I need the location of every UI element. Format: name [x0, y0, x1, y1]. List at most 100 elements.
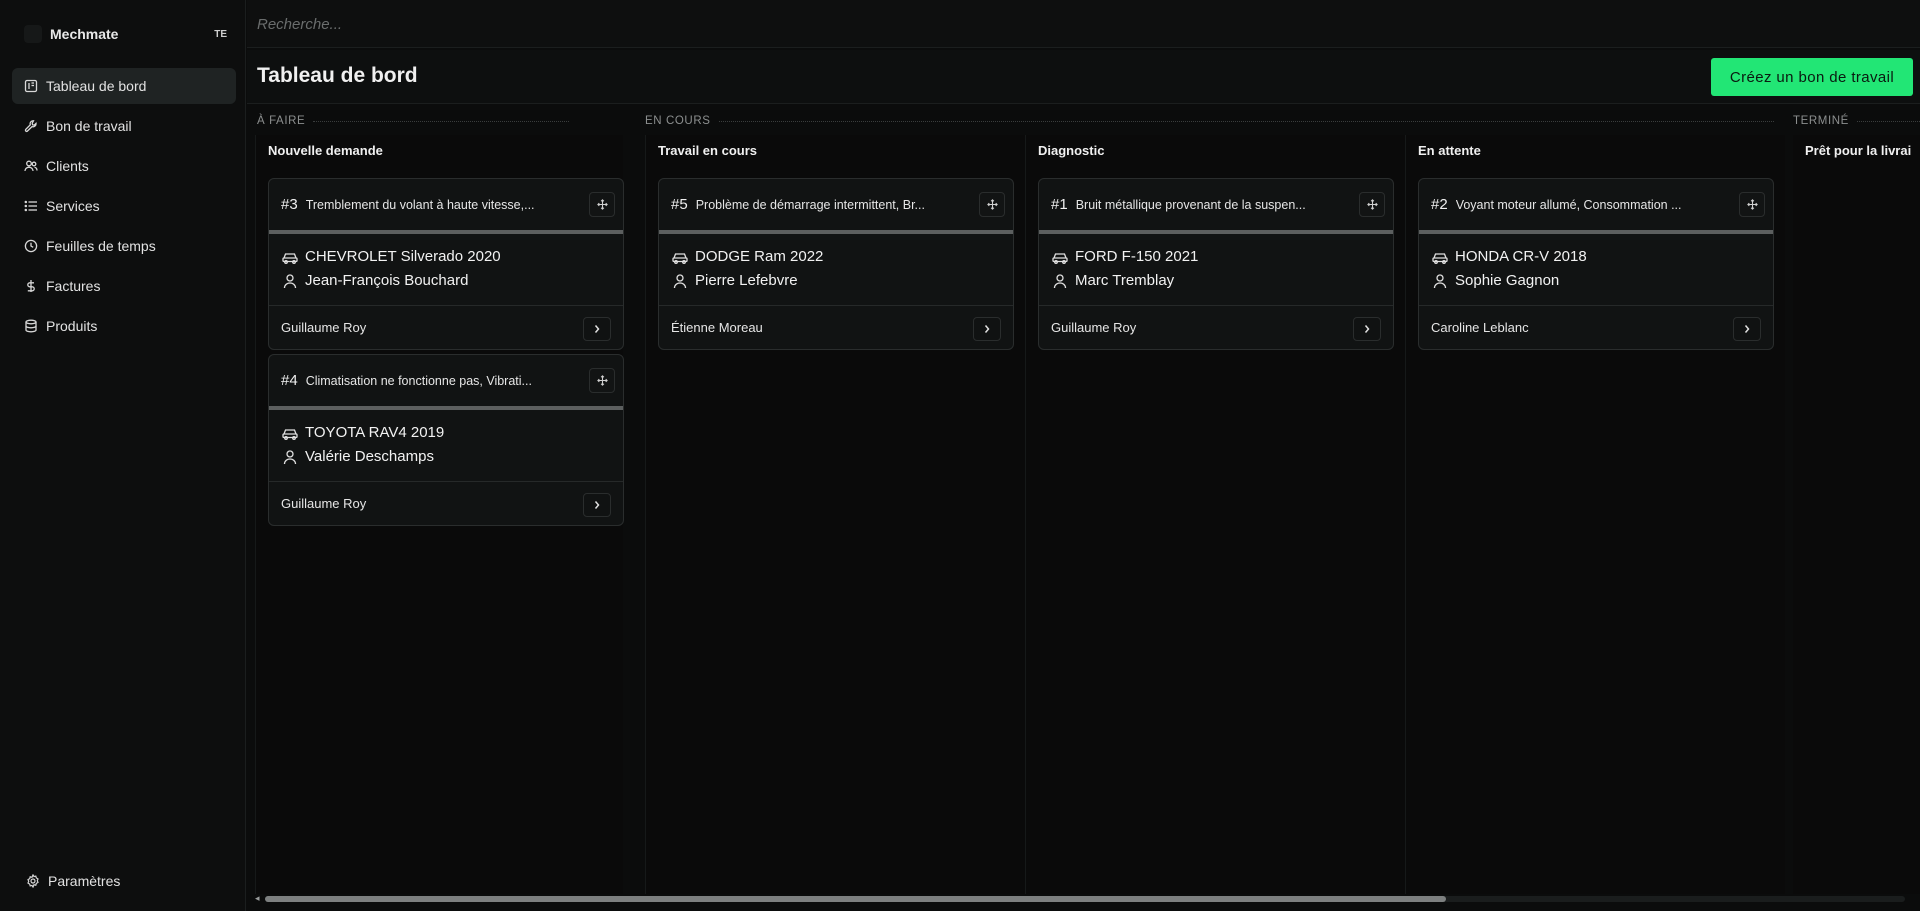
column-work-in-progress: Travail en cours #5 Problème de démarrag…: [645, 135, 1025, 894]
sidebar-item-timesheets[interactable]: Feuilles de temps: [12, 228, 236, 264]
work-order-card[interactable]: #1 Bruit métallique provenant de la susp…: [1038, 178, 1394, 350]
client-name: Pierre Lefebvre: [695, 272, 798, 289]
sidebar-item-label: Factures: [46, 278, 101, 294]
search-bar: [247, 0, 1920, 48]
workspace-badge[interactable]: TE: [214, 29, 227, 40]
group-header-done: TERMINÉ: [1793, 114, 1920, 128]
drag-handle[interactable]: [1359, 192, 1385, 217]
vehicle-name: DODGE Ram 2022: [695, 248, 824, 265]
chevron-right-icon: [594, 501, 600, 509]
technician-name: Étienne Moreau: [671, 320, 763, 335]
client-line: Sophie Gagnon: [1432, 272, 1559, 289]
card-footer: Guillaume Roy: [1039, 307, 1393, 349]
list-icon: [24, 199, 38, 213]
group-header-in-progress: EN COURS: [645, 114, 1774, 128]
work-order-description: Problème de démarrage intermittent, Br..…: [695, 197, 925, 212]
horizontal-scrollbar[interactable]: ◂: [255, 893, 1915, 905]
open-card-button[interactable]: [973, 317, 1001, 341]
card-body: HONDA CR-V 2018 Sophie Gagnon: [1419, 234, 1773, 306]
gear-icon: [26, 874, 40, 888]
user-icon: [283, 273, 297, 288]
car-icon: [1432, 252, 1448, 264]
users-icon: [24, 159, 38, 173]
brand[interactable]: Mechmate TE: [24, 20, 227, 48]
card-body: FORD F-150 2021 Marc Tremblay: [1039, 234, 1393, 306]
main-content: Tableau de bord Créez un bon de travail …: [247, 0, 1920, 911]
client-name: Valérie Deschamps: [305, 448, 434, 465]
card-footer: Guillaume Roy: [269, 307, 623, 349]
group-divider: [718, 120, 1774, 122]
group-header-todo: À FAIRE: [257, 114, 569, 128]
group-label: À FAIRE: [257, 115, 306, 127]
sidebar-item-invoices[interactable]: Factures: [12, 268, 236, 304]
brand-name: Mechmate: [50, 26, 119, 42]
sidebar-item-label: Clients: [46, 158, 89, 174]
sidebar-item-products[interactable]: Produits: [12, 308, 236, 344]
vehicle-line: HONDA CR-V 2018: [1432, 248, 1587, 265]
drag-handle[interactable]: [979, 192, 1005, 217]
car-icon: [282, 428, 298, 440]
work-order-card[interactable]: #2 Voyant moteur allumé, Consommation ..…: [1418, 178, 1774, 350]
wrench-icon: [24, 119, 38, 133]
open-card-button[interactable]: [583, 493, 611, 517]
work-order-number: #4: [281, 372, 298, 389]
work-order-card[interactable]: #3 Tremblement du volant à haute vitesse…: [268, 178, 624, 350]
car-icon: [672, 252, 688, 264]
sidebar-item-work-orders[interactable]: Bon de travail: [12, 108, 236, 144]
client-line: Jean-François Bouchard: [282, 272, 468, 289]
work-order-card[interactable]: #5 Problème de démarrage intermittent, B…: [658, 178, 1014, 350]
page-header: Tableau de bord Créez un bon de travail: [247, 50, 1920, 104]
card-header: #4 Climatisation ne fonctionne pas, Vibr…: [269, 355, 623, 406]
sidebar-item-services[interactable]: Services: [12, 188, 236, 224]
work-order-number: #5: [671, 196, 688, 213]
car-icon: [282, 252, 298, 264]
card-header: #2 Voyant moteur allumé, Consommation ..…: [1419, 179, 1773, 230]
vehicle-line: FORD F-150 2021: [1052, 248, 1198, 265]
group-divider: [313, 120, 569, 122]
client-line: Marc Tremblay: [1052, 272, 1174, 289]
page-title: Tableau de bord: [257, 64, 418, 87]
column-new-request: Nouvelle demande #3 Tremblement du volan…: [255, 135, 624, 894]
vehicle-name: FORD F-150 2021: [1075, 248, 1199, 265]
open-card-button[interactable]: [583, 317, 611, 341]
card-body: CHEVROLET Silverado 2020 Jean-François B…: [269, 234, 623, 306]
move-icon: [1366, 199, 1378, 210]
column-ready-for-delivery: Prêt pour la livrai: [1793, 135, 1920, 894]
car-icon: [1052, 252, 1068, 264]
sidebar-item-label: Produits: [46, 318, 98, 334]
drag-handle[interactable]: [1739, 192, 1765, 217]
open-card-button[interactable]: [1733, 317, 1761, 341]
move-icon: [596, 199, 608, 210]
user-icon: [673, 273, 687, 288]
scroll-left-icon[interactable]: ◂: [255, 893, 260, 904]
open-card-button[interactable]: [1353, 317, 1381, 341]
group-label: TERMINÉ: [1793, 115, 1849, 127]
vehicle-line: DODGE Ram 2022: [672, 248, 823, 265]
scrollbar-thumb[interactable]: [265, 896, 1446, 902]
card-footer: Caroline Leblanc: [1419, 307, 1773, 349]
settings-label: Paramètres: [48, 873, 121, 889]
card-body: TOYOTA RAV4 2019 Valérie Deschamps: [269, 410, 623, 482]
sidebar-item-label: Services: [46, 198, 100, 214]
clock-icon: [24, 239, 38, 253]
client-line: Pierre Lefebvre: [672, 272, 798, 289]
client-name: Jean-François Bouchard: [305, 272, 469, 289]
kanban-board[interactable]: À FAIRE EN COURS TERMINÉ Nouvelle demand…: [247, 108, 1920, 894]
card-header: #3 Tremblement du volant à haute vitesse…: [269, 179, 623, 230]
sidebar-item-label: Bon de travail: [46, 118, 132, 134]
search-input[interactable]: [257, 12, 857, 36]
work-order-number: #1: [1051, 196, 1068, 213]
move-icon: [1746, 199, 1758, 210]
work-order-card[interactable]: #4 Climatisation ne fonctionne pas, Vibr…: [268, 354, 624, 526]
drag-handle[interactable]: [589, 192, 615, 217]
drag-handle[interactable]: [589, 368, 615, 393]
create-work-order-button[interactable]: Créez un bon de travail: [1711, 58, 1913, 96]
vehicle-name: CHEVROLET Silverado 2020: [305, 248, 501, 265]
settings-link[interactable]: Paramètres: [26, 873, 120, 889]
sidebar-item-dashboard[interactable]: Tableau de bord: [12, 68, 236, 104]
sidebar-item-clients[interactable]: Clients: [12, 148, 236, 184]
group-label: EN COURS: [645, 115, 711, 127]
vehicle-line: TOYOTA RAV4 2019: [282, 424, 444, 441]
dollar-icon: [24, 279, 38, 293]
vehicle-line: CHEVROLET Silverado 2020: [282, 248, 501, 265]
